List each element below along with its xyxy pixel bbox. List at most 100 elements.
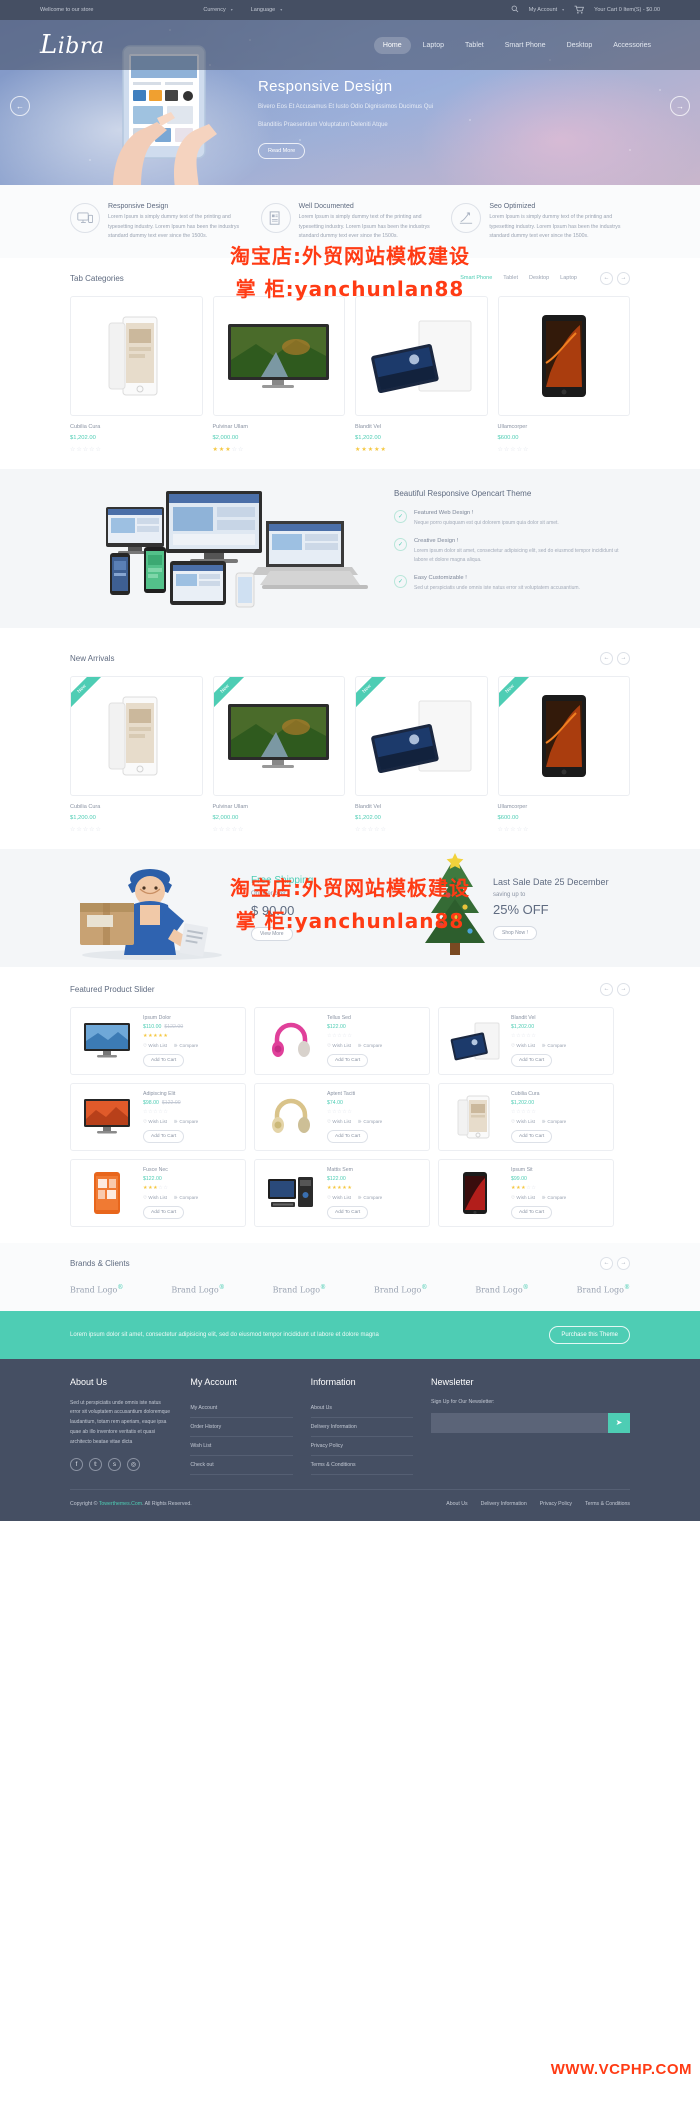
wishlist-link[interactable]: ♡ Wish List: [327, 1195, 351, 1201]
product-name[interactable]: Ipsum Dolor: [143, 1015, 238, 1021]
nav-item-home[interactable]: Home: [373, 36, 411, 54]
add-to-cart-button[interactable]: Add To Cart: [511, 1053, 553, 1067]
product-card[interactable]: New Blandit Vel $1,202.00 ☆☆☆☆☆: [355, 675, 488, 833]
product-card[interactable]: New Pulvinar Ullam $2,000.00 ☆☆☆☆☆: [212, 675, 345, 833]
brand-logo[interactable]: Brand Logo®: [577, 1284, 630, 1295]
site-logo[interactable]: Libra: [40, 30, 105, 60]
newsletter-email-input[interactable]: [430, 1412, 608, 1433]
add-to-cart-button[interactable]: Add To Cart: [511, 1205, 553, 1219]
wishlist-link[interactable]: ♡ Wish List: [143, 1119, 167, 1125]
brand-logo[interactable]: Brand Logo®: [171, 1284, 224, 1295]
add-to-cart-button[interactable]: Add To Cart: [327, 1205, 369, 1219]
twitter-icon[interactable]: 𝕥: [89, 1458, 102, 1472]
nav-item-accessories[interactable]: Accessories: [604, 37, 660, 54]
product-card[interactable]: Ullamcorper $600.00 ☆☆☆☆☆: [497, 295, 630, 453]
wishlist-link[interactable]: ♡ Wish List: [143, 1195, 167, 1201]
wishlist-link[interactable]: ♡ Wish List: [511, 1119, 535, 1125]
featured-product-card[interactable]: Tellus Sed $122.00 ☆☆☆☆☆ ♡ Wish List ⊪ C…: [254, 1006, 430, 1075]
footer-link-delivery-information[interactable]: Delivery Information: [310, 1418, 413, 1437]
product-card[interactable]: Blandit Vel $1,202.00 ★★★★★: [355, 295, 488, 453]
product-card[interactable]: New Cubilia Cura $1,200.00 ☆☆☆☆☆: [70, 675, 203, 833]
nav-item-tablet[interactable]: Tablet: [456, 37, 493, 54]
brands-prev-button[interactable]: ←: [600, 1256, 613, 1270]
product-name[interactable]: Mattis Sem: [327, 1167, 422, 1173]
compare-link[interactable]: ⊪ Compare: [542, 1195, 566, 1201]
product-card[interactable]: New Ullamcorper $600.00 ☆☆☆☆☆: [497, 675, 631, 833]
shop-now-button[interactable]: Shop Now !: [493, 925, 537, 940]
nav-item-smart-phone[interactable]: Smart Phone: [496, 37, 555, 54]
tab-desktop[interactable]: Desktop: [529, 275, 549, 281]
compare-link[interactable]: ⊪ Compare: [174, 1195, 198, 1201]
add-to-cart-button[interactable]: Add To Cart: [511, 1129, 553, 1143]
brand-logo[interactable]: Brand Logo®: [70, 1284, 123, 1295]
product-name[interactable]: Cubilia Cura: [70, 804, 203, 810]
tab-laptop[interactable]: Laptop: [560, 275, 577, 281]
bottom-link-delivery-information[interactable]: Delivery Information: [481, 1501, 527, 1507]
product-name[interactable]: Fusce Nec: [143, 1167, 238, 1173]
footer-link-privacy-policy[interactable]: Privacy Policy: [310, 1437, 413, 1456]
footer-link-about-us[interactable]: About Us: [310, 1399, 413, 1418]
wishlist-link[interactable]: ♡ Wish List: [511, 1195, 535, 1201]
copyright-link[interactable]: Towerthemes.Com: [99, 1501, 142, 1507]
compare-link[interactable]: ⊪ Compare: [358, 1043, 382, 1049]
hero-next-arrow[interactable]: →: [670, 96, 690, 116]
add-to-cart-button[interactable]: Add To Cart: [143, 1205, 185, 1219]
compare-link[interactable]: ⊪ Compare: [358, 1119, 382, 1125]
product-name[interactable]: Blandit Vel: [355, 424, 488, 430]
product-name[interactable]: Blandit Vel: [355, 804, 488, 810]
footer-link-wish-list[interactable]: Wish List: [190, 1437, 293, 1456]
add-to-cart-button[interactable]: Add To Cart: [327, 1053, 369, 1067]
featured-product-card[interactable]: Aptent Taciti $74.00 ☆☆☆☆☆ ♡ Wish List ⊪…: [254, 1082, 430, 1151]
new-arrivals-next-button[interactable]: →: [617, 651, 630, 665]
compare-link[interactable]: ⊪ Compare: [358, 1195, 382, 1201]
product-card[interactable]: Pulvinar Ullam $2,000.00 ★★★☆☆: [212, 295, 346, 453]
featured-next-button[interactable]: →: [617, 982, 630, 996]
featured-prev-button[interactable]: ←: [600, 982, 613, 996]
my-account-link[interactable]: My Account: [529, 7, 565, 13]
footer-link-order-history[interactable]: Order History: [190, 1418, 293, 1437]
tab-tablet[interactable]: Tablet: [503, 275, 518, 281]
product-name[interactable]: Aptent Taciti: [327, 1091, 422, 1097]
nav-item-laptop[interactable]: Laptop: [414, 37, 453, 54]
facebook-icon[interactable]: f: [70, 1458, 83, 1472]
purchase-theme-button[interactable]: Purchase this Theme: [549, 1325, 630, 1344]
featured-product-card[interactable]: Mattis Sem $122.00 ★★★★★ ♡ Wish List ⊪ C…: [254, 1158, 430, 1227]
bottom-link-privacy-policy[interactable]: Privacy Policy: [540, 1501, 572, 1507]
cart-icon[interactable]: [574, 5, 585, 16]
brand-logo[interactable]: Brand Logo®: [374, 1284, 427, 1295]
hero-prev-arrow[interactable]: ←: [10, 96, 30, 116]
brands-next-button[interactable]: →: [617, 1256, 630, 1270]
tab-smart-phone[interactable]: Smart Phone: [460, 275, 492, 281]
wishlist-link[interactable]: ♡ Wish List: [327, 1043, 351, 1049]
compare-link[interactable]: ⊪ Compare: [174, 1119, 198, 1125]
brand-logo[interactable]: Brand Logo®: [273, 1284, 326, 1295]
bottom-link-about-us[interactable]: About Us: [446, 1501, 467, 1507]
view-more-button[interactable]: View More: [251, 926, 293, 941]
footer-link-my-account[interactable]: My Account: [190, 1399, 293, 1418]
send-icon[interactable]: ➤: [607, 1412, 630, 1433]
compare-link[interactable]: ⊪ Compare: [542, 1043, 566, 1049]
add-to-cart-button[interactable]: Add To Cart: [327, 1129, 369, 1143]
wishlist-link[interactable]: ♡ Wish List: [511, 1043, 535, 1049]
product-name[interactable]: Ullamcorper: [498, 804, 631, 810]
new-arrivals-prev-button[interactable]: ←: [600, 651, 613, 665]
product-name[interactable]: Cubilia Cura: [70, 424, 203, 430]
add-to-cart-button[interactable]: Add To Cart: [143, 1129, 185, 1143]
bottom-link-terms-conditions[interactable]: Terms & Conditions: [585, 1501, 630, 1507]
currency-dropdown[interactable]: Currency: [203, 7, 233, 13]
tab-categories-next-button[interactable]: →: [617, 271, 630, 285]
featured-product-card[interactable]: Adipiscing Elit $98.00 $122.00 ☆☆☆☆☆ ♡ Wi…: [70, 1082, 246, 1151]
search-icon[interactable]: [511, 5, 519, 15]
hero-read-more-button[interactable]: Read More: [258, 142, 306, 159]
footer-link-terms-conditions[interactable]: Terms & Conditions: [310, 1456, 413, 1475]
product-name[interactable]: Pulvinar Ullam: [213, 424, 346, 430]
footer-link-check-out[interactable]: Check out: [190, 1456, 293, 1475]
product-name[interactable]: Blandit Vel: [511, 1015, 606, 1021]
wishlist-link[interactable]: ♡ Wish List: [143, 1043, 167, 1049]
product-name[interactable]: Cubilia Cura: [511, 1091, 606, 1097]
nav-item-desktop[interactable]: Desktop: [558, 37, 602, 54]
language-dropdown[interactable]: Language: [251, 7, 283, 13]
featured-product-card[interactable]: Ipsum Dolor $110.00 $122.00 ★★★★★ ♡ Wish …: [70, 1006, 246, 1075]
featured-product-card[interactable]: Ipsum Sit $99.00 ★★★☆☆ ♡ Wish List ⊪ Com…: [438, 1158, 614, 1227]
compare-link[interactable]: ⊪ Compare: [174, 1043, 198, 1049]
